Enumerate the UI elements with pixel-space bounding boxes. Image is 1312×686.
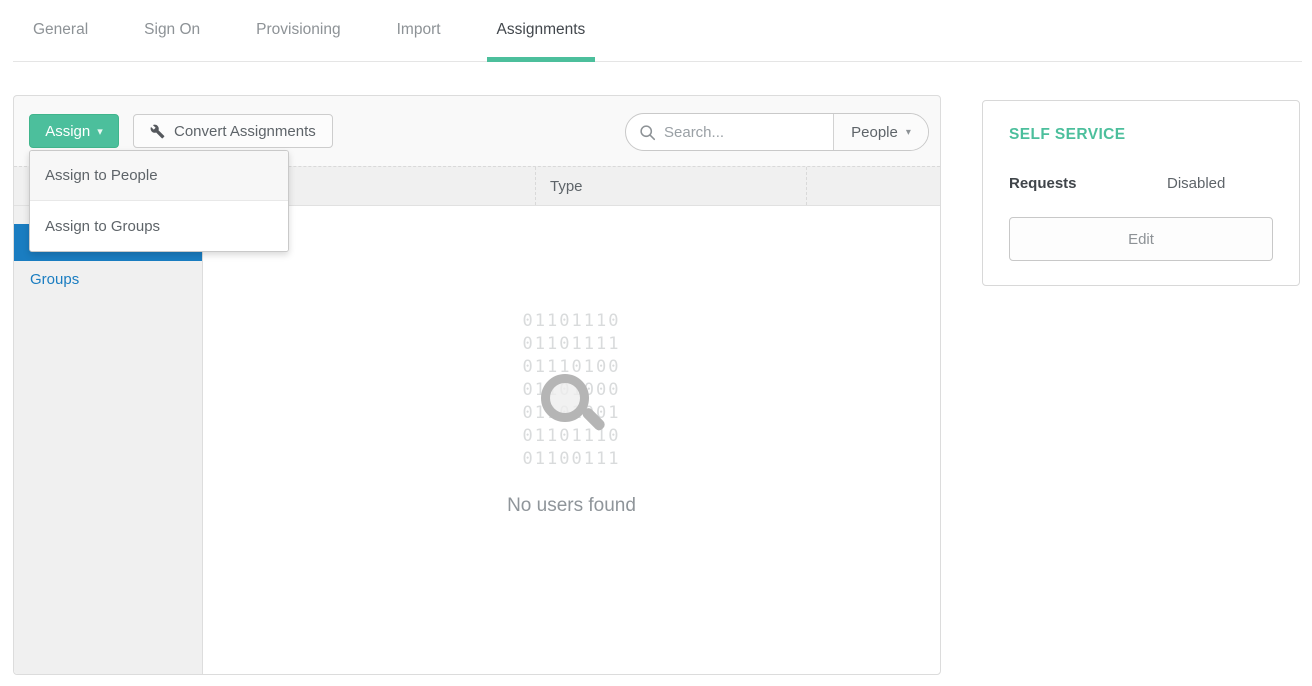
self-service-requests-row: Requests Disabled (1009, 175, 1273, 192)
menu-item-assign-to-people[interactable]: Assign to People (30, 151, 288, 201)
tab-general[interactable]: General (23, 21, 98, 61)
binary-art-line: 01101110 (203, 425, 940, 448)
assignments-body: People Groups 01101110 01101111 01110100… (14, 206, 940, 674)
app-tabbar: General Sign On Provisioning Import Assi… (13, 0, 1302, 62)
search-icon (639, 124, 656, 141)
assign-button[interactable]: Assign ▾ (29, 114, 119, 148)
assignment-filter-nav: People Groups (14, 206, 203, 674)
assign-button-label: Assign (45, 123, 90, 140)
no-users-found-message: No users found (203, 495, 940, 517)
menu-item-assign-to-groups[interactable]: Assign to Groups (30, 201, 288, 251)
search-scope-label: People (851, 124, 898, 141)
requests-label: Requests (1009, 175, 1167, 192)
search-input[interactable] (664, 124, 814, 141)
search-area (626, 114, 833, 150)
self-service-edit-button[interactable]: Edit (1009, 217, 1273, 261)
search-pill: People ▾ (625, 113, 929, 151)
tab-provisioning[interactable]: Provisioning (246, 21, 350, 61)
column-header-actions (807, 167, 940, 205)
convert-assignments-button[interactable]: Convert Assignments (133, 114, 333, 148)
self-service-title: SELF SERVICE (1009, 126, 1273, 144)
magnifier-icon (541, 374, 589, 422)
self-service-card: SELF SERVICE Requests Disabled Edit (982, 100, 1300, 286)
tab-import[interactable]: Import (387, 21, 451, 61)
search-scope-dropdown[interactable]: People ▾ (833, 114, 928, 150)
assign-dropdown-menu: Assign to People Assign to Groups (29, 150, 289, 252)
sidebar-item-groups[interactable]: Groups (14, 261, 202, 298)
binary-art-line: 01101110 (203, 310, 940, 333)
column-header-type[interactable]: Type (536, 167, 807, 205)
wrench-icon (150, 124, 165, 139)
binary-art-line: 01100111 (203, 448, 940, 471)
convert-assignments-label: Convert Assignments (174, 123, 316, 140)
assignments-content: 01101110 01101111 01110100 01101000 0110… (203, 206, 940, 674)
chevron-down-icon: ▾ (906, 127, 911, 138)
chevron-down-icon: ▾ (97, 125, 103, 138)
tab-sign-on[interactable]: Sign On (134, 21, 210, 61)
app-page: General Sign On Provisioning Import Assi… (0, 0, 1312, 686)
requests-status-value: Disabled (1167, 175, 1225, 192)
binary-art-line: 01101111 (203, 333, 940, 356)
tab-assignments[interactable]: Assignments (487, 21, 596, 61)
